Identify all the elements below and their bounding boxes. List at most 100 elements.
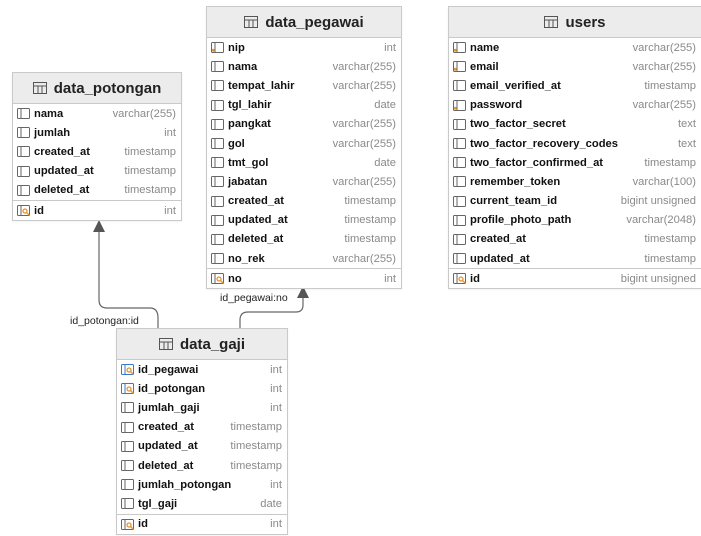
column-name: jumlah_gaji	[138, 401, 200, 414]
table-data-pegawai[interactable]: data_pegawai nip int nama varchar(255) tempa…	[206, 6, 402, 290]
column-name: created_at	[470, 233, 526, 246]
column-row[interactable]: created_at timestamp	[117, 418, 287, 437]
table-header[interactable]: data_pegawai	[207, 7, 401, 38]
column-type: text	[677, 137, 696, 150]
column-type: text	[677, 118, 696, 131]
table-data-gaji[interactable]: data_gaji id_pegawai int id_potongan int jum…	[116, 328, 288, 535]
column-icon	[17, 165, 31, 177]
column-row[interactable]: jumlah_potongan int	[117, 475, 287, 494]
column-name: id_pegawai	[138, 363, 199, 376]
column-name: two_factor_confirmed_at	[470, 156, 604, 169]
column-type: varchar(255)	[332, 60, 396, 73]
primary-key-row[interactable]: id bigint unsigned	[449, 268, 701, 288]
column-name: no_rek	[228, 252, 265, 265]
table-header[interactable]: data_potongan	[13, 73, 181, 104]
table-icon	[158, 338, 173, 350]
column-row[interactable]: created_at timestamp	[449, 230, 701, 249]
column-row[interactable]: profile_photo_path varchar(2048)	[449, 211, 701, 230]
table-header[interactable]: data_gaji	[117, 329, 287, 360]
column-row[interactable]: updated_at timestamp	[449, 249, 701, 268]
column-row[interactable]: id_pegawai int	[117, 360, 287, 379]
column-name: jumlah_potongan	[138, 478, 232, 491]
column-row[interactable]: deleted_at timestamp	[13, 181, 181, 200]
column-row[interactable]: nama varchar(255)	[207, 57, 401, 76]
foreign-key-icon	[121, 364, 135, 376]
table-icon	[32, 82, 47, 94]
column-type: int	[164, 204, 176, 217]
column-row[interactable]: created_at timestamp	[13, 142, 181, 161]
column-type: int	[270, 382, 282, 395]
column-row[interactable]: created_at timestamp	[207, 192, 401, 211]
column-row[interactable]: remember_token varchar(100)	[449, 172, 701, 191]
column-row[interactable]: id_potongan int	[117, 379, 287, 398]
column-row[interactable]: jumlah int	[13, 123, 181, 142]
column-row[interactable]: two_factor_secret text	[449, 115, 701, 134]
column-icon	[211, 118, 225, 130]
column-row[interactable]: nip int	[207, 38, 401, 57]
column-icon	[211, 233, 225, 245]
primary-key-icon	[453, 273, 467, 285]
column-row[interactable]: email_verified_at timestamp	[449, 76, 701, 95]
column-row[interactable]: no_rek varchar(255)	[207, 249, 401, 268]
key-column-icon	[453, 42, 467, 54]
primary-key-icon	[211, 273, 225, 285]
column-icon	[211, 80, 225, 92]
column-row[interactable]: two_factor_recovery_codes text	[449, 134, 701, 153]
column-icon	[121, 402, 135, 414]
column-type: varchar(255)	[632, 41, 696, 54]
column-row[interactable]: tgl_gaji date	[117, 494, 287, 513]
table-header[interactable]: users	[449, 7, 701, 38]
column-name: updated_at	[470, 252, 530, 265]
column-name: created_at	[34, 145, 90, 158]
column-type: timestamp	[230, 421, 282, 434]
column-icon	[211, 214, 225, 226]
primary-key-row[interactable]: no int	[207, 268, 401, 288]
foreign-key-icon	[121, 383, 135, 395]
column-name: id	[34, 204, 44, 217]
column-row[interactable]: two_factor_confirmed_at timestamp	[449, 153, 701, 172]
column-type: varchar(2048)	[626, 214, 696, 227]
column-row[interactable]: password varchar(255)	[449, 96, 701, 115]
column-row[interactable]: pangkat varchar(255)	[207, 115, 401, 134]
column-name: updated_at	[228, 214, 288, 227]
table-icon	[244, 16, 259, 28]
column-row[interactable]: updated_at timestamp	[13, 162, 181, 181]
column-row[interactable]: name varchar(255)	[449, 38, 701, 57]
column-row[interactable]: tgl_lahir date	[207, 96, 401, 115]
column-row[interactable]: deleted_at timestamp	[117, 456, 287, 475]
column-icon	[453, 118, 467, 130]
column-name: gol	[228, 137, 245, 150]
column-name: current_team_id	[470, 195, 558, 208]
column-row[interactable]: updated_at timestamp	[207, 211, 401, 230]
column-name: pangkat	[228, 118, 271, 131]
column-row[interactable]: gol varchar(255)	[207, 134, 401, 153]
column-type: timestamp	[344, 195, 396, 208]
column-row[interactable]: current_team_id bigint unsigned	[449, 192, 701, 211]
table-data-potongan[interactable]: data_potongan nama varchar(255) jumlah int c…	[12, 72, 182, 222]
column-name: password	[470, 99, 523, 112]
primary-key-icon	[17, 205, 31, 217]
column-row[interactable]: jabatan varchar(255)	[207, 172, 401, 191]
column-icon	[211, 99, 225, 111]
column-name: updated_at	[138, 440, 198, 453]
primary-key-row[interactable]: id int	[117, 513, 287, 534]
column-type: varchar(255)	[632, 60, 696, 73]
column-icon	[211, 61, 225, 73]
column-row[interactable]: email varchar(255)	[449, 57, 701, 76]
column-name: jumlah	[34, 126, 71, 139]
table-users[interactable]: users name varchar(255) email varchar(255) e…	[448, 6, 701, 290]
column-row[interactable]: tmt_gol date	[207, 153, 401, 172]
column-row[interactable]: tempat_lahir varchar(255)	[207, 76, 401, 95]
column-name: nip	[228, 41, 245, 54]
column-row[interactable]: nama varchar(255)	[13, 104, 181, 123]
column-row[interactable]: jumlah_gaji int	[117, 398, 287, 417]
column-name: created_at	[228, 195, 284, 208]
primary-key-row[interactable]: id int	[13, 199, 181, 220]
table-title: data_gaji	[179, 335, 246, 353]
column-name: name	[470, 41, 500, 54]
column-name: deleted_at	[138, 459, 194, 472]
column-row[interactable]: deleted_at timestamp	[207, 230, 401, 249]
column-row[interactable]: updated_at timestamp	[117, 437, 287, 456]
column-type: timestamp	[230, 459, 282, 472]
column-name: email_verified_at	[470, 79, 561, 92]
